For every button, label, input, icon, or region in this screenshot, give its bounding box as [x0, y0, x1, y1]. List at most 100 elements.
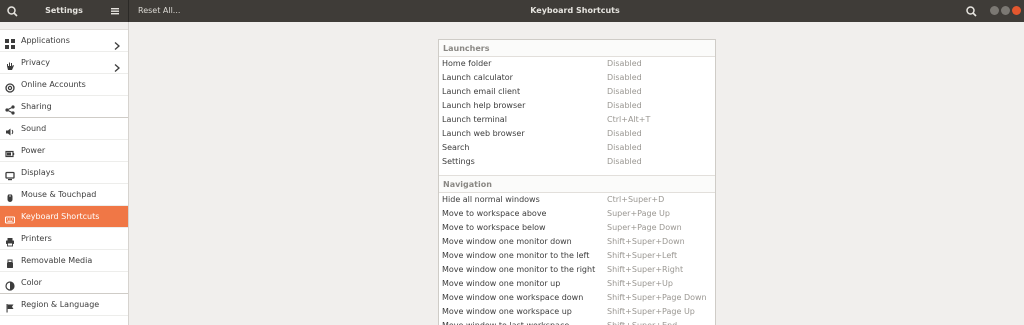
- sidebar-item-label: Applications: [21, 36, 70, 45]
- shortcut-row[interactable]: Move window one workspace up Shift+Super+…: [439, 305, 715, 319]
- shortcut-row[interactable]: Move window to last workspace Shift+Super…: [439, 319, 715, 325]
- mouse-icon: [5, 190, 15, 202]
- shortcut-row[interactable]: Move window one monitor down Shift+Super+…: [439, 235, 715, 249]
- sidebar-item-applications[interactable]: Applications: [0, 30, 128, 52]
- color-palette-icon: [5, 278, 15, 291]
- shortcut-accelerator: Ctrl+Super+D: [607, 195, 665, 204]
- shortcut-name: Launch help browser: [442, 101, 526, 110]
- sidebar-item-label: Privacy: [21, 58, 50, 67]
- sidebar-list: Applications Privacy Online Accounts Sharin…: [0, 30, 128, 316]
- shortcut-accelerator: Disabled: [607, 143, 642, 152]
- shortcut-name: Settings: [442, 157, 475, 166]
- sidebar-spacer: [0, 22, 128, 30]
- shortcut-accelerator: Shift+Super+Page Down: [607, 293, 707, 302]
- shortcut-accelerator: Disabled: [607, 101, 642, 110]
- shortcut-name: Hide all normal windows: [442, 195, 540, 204]
- page-title: Keyboard Shortcuts: [530, 6, 620, 15]
- shortcut-accelerator: Shift+Super+End: [607, 319, 677, 325]
- shortcut-row[interactable]: Move to workspace below Super+Page Down: [439, 221, 715, 235]
- sidebar-item-label: Color: [21, 278, 42, 287]
- search-icon[interactable]: [6, 5, 19, 18]
- navigation-rows: Hide all normal windows Ctrl+Super+D Move …: [439, 193, 715, 325]
- shortcut-row[interactable]: Move window one monitor to the right Shif…: [439, 263, 715, 277]
- shortcut-accelerator: Super+Page Up: [607, 209, 670, 218]
- shortcut-accelerator: Shift+Super+Left: [607, 251, 678, 260]
- shortcut-name: Launch calculator: [442, 73, 513, 82]
- shortcut-name: Search: [442, 143, 470, 152]
- sidebar-item-label: Region & Language: [21, 300, 100, 309]
- shortcut-accelerator: Shift+Super+Down: [607, 237, 685, 246]
- shortcut-name: Move window one monitor to the left: [442, 251, 590, 260]
- printer-icon: [5, 234, 15, 247]
- sidebar-item-label: Removable Media: [21, 256, 93, 265]
- shortcut-row[interactable]: Launch terminal Ctrl+Alt+T: [439, 113, 715, 127]
- shortcut-row[interactable]: Home folder Disabled: [439, 57, 715, 71]
- sidebar-item-sharing[interactable]: Sharing: [0, 96, 128, 118]
- shortcut-accelerator: Shift+Super+Up: [607, 279, 673, 288]
- sidebar-item-label: Displays: [21, 168, 55, 177]
- sidebar-item-mouse-touchpad[interactable]: Mouse & Touchpad: [0, 184, 128, 206]
- sidebar-item-keyboard-shortcuts[interactable]: Keyboard Shortcuts: [0, 206, 128, 228]
- shortcut-row[interactable]: Move to workspace above Super+Page Up: [439, 207, 715, 221]
- shortcut-row[interactable]: Launch web browser Disabled: [439, 127, 715, 141]
- shortcut-name: Launch email client: [442, 87, 521, 96]
- display-icon: [5, 168, 15, 181]
- shortcut-name: Move to workspace above: [442, 209, 547, 218]
- shortcuts-list: Launchers Home folder Disabled Launch calc…: [438, 39, 716, 325]
- launchers-rows: Home folder Disabled Launch calculator Disa…: [439, 57, 715, 169]
- shortcut-accelerator: Shift+Super+Right: [607, 265, 684, 274]
- sidebar-item-region-language[interactable]: Region & Language: [0, 294, 128, 316]
- sidebar-item-displays[interactable]: Displays: [0, 162, 128, 184]
- shortcut-name: Move window one workspace down: [442, 293, 584, 302]
- shortcut-row[interactable]: Launch email client Disabled: [439, 85, 715, 99]
- maximize-button[interactable]: [1001, 6, 1010, 15]
- sidebar-item-removable-media[interactable]: Removable Media: [0, 250, 128, 272]
- sidebar-item-online-accounts[interactable]: Online Accounts: [0, 74, 128, 96]
- chevron-right-icon: [114, 37, 120, 50]
- privacy-hand-icon: [5, 58, 15, 70]
- flag-icon: [5, 300, 15, 313]
- sidebar: Applications Privacy Online Accounts Sharin…: [0, 22, 129, 325]
- main-content: Launchers Home folder Disabled Launch calc…: [130, 22, 1024, 325]
- shortcut-name: Home folder: [442, 59, 492, 68]
- share-icon: [5, 102, 15, 115]
- sidebar-item-color[interactable]: Color: [0, 272, 128, 294]
- sidebar-item-label: Sharing: [21, 102, 52, 111]
- sidebar-item-power[interactable]: Power: [0, 140, 128, 162]
- shortcut-row[interactable]: Move window one monitor up Shift+Super+Up: [439, 277, 715, 291]
- sidebar-item-privacy[interactable]: Privacy: [0, 52, 128, 74]
- sidebar-item-sound[interactable]: Sound: [0, 118, 128, 140]
- shortcut-row[interactable]: Hide all normal windows Ctrl+Super+D: [439, 193, 715, 207]
- shortcut-name: Move to workspace below: [442, 223, 546, 232]
- window-controls: [990, 6, 1023, 16]
- shortcut-accelerator: Shift+Super+Page Up: [607, 307, 695, 316]
- reset-all-button[interactable]: Reset All...: [138, 0, 180, 22]
- shortcut-accelerator: Disabled: [607, 87, 642, 96]
- speaker-icon: [5, 124, 15, 136]
- shortcut-row[interactable]: Settings Disabled: [439, 155, 715, 169]
- sidebar-item-label: Keyboard Shortcuts: [21, 212, 100, 221]
- close-button[interactable]: [1012, 6, 1021, 15]
- shortcut-name: Move window one monitor to the right: [442, 265, 596, 274]
- shortcut-name: Move window one workspace up: [442, 307, 572, 316]
- sidebar-item-label: Mouse & Touchpad: [21, 190, 97, 199]
- minimize-button[interactable]: [990, 6, 999, 15]
- shortcut-row[interactable]: Move window one workspace down Shift+Supe…: [439, 291, 715, 305]
- sidebar-item-label: Online Accounts: [21, 80, 86, 89]
- shortcut-row[interactable]: Search Disabled: [439, 141, 715, 155]
- applications-grid-icon: [5, 36, 15, 49]
- shortcut-name: Launch terminal: [442, 115, 507, 124]
- search-icon[interactable]: [965, 5, 978, 18]
- sidebar-item-printers[interactable]: Printers: [0, 228, 128, 250]
- shortcut-accelerator: Disabled: [607, 59, 642, 68]
- sidebar-item-label: Printers: [21, 234, 52, 243]
- shortcut-name: Launch web browser: [442, 129, 525, 138]
- sidebar-header: Settings: [0, 0, 129, 22]
- shortcut-row[interactable]: Launch help browser Disabled: [439, 99, 715, 113]
- shortcut-name: Move window one monitor down: [442, 237, 572, 246]
- shortcut-accelerator: Disabled: [607, 129, 642, 138]
- shortcut-row[interactable]: Launch calculator Disabled: [439, 71, 715, 85]
- section-heading-navigation: Navigation: [439, 175, 715, 193]
- shortcut-row[interactable]: Move window one monitor to the left Shift…: [439, 249, 715, 263]
- hamburger-menu-icon[interactable]: [109, 5, 121, 17]
